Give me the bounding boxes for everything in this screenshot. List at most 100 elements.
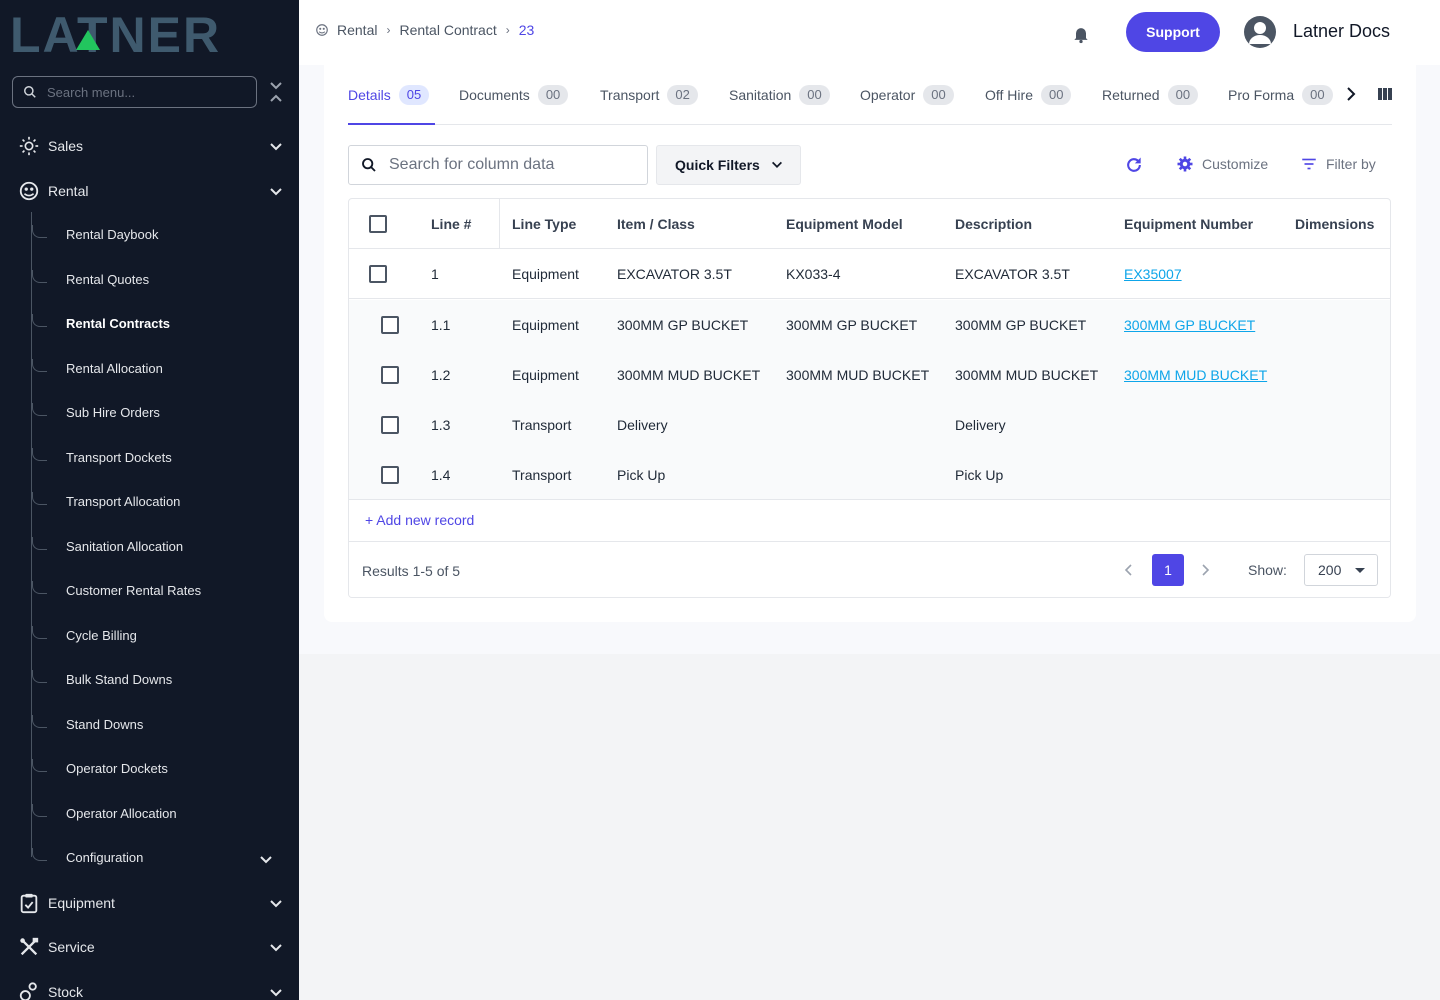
page-size-select[interactable]: 200 <box>1304 554 1378 586</box>
sidebar-item-stand-downs[interactable]: Stand Downs <box>32 715 286 735</box>
table-row[interactable]: 1.4 Transport Pick Up Pick Up <box>349 450 1390 500</box>
sidebar-item-rental-daybook[interactable]: Rental Daybook <box>32 225 286 245</box>
column-header-item-class[interactable]: Item / Class <box>617 199 695 249</box>
row-checkbox[interactable] <box>381 366 399 384</box>
chevron-right-icon: › <box>505 23 510 37</box>
row-checkbox[interactable] <box>369 265 387 283</box>
table-row[interactable]: 1.3 Transport Delivery Delivery <box>349 400 1390 450</box>
cell-line: 1.4 <box>431 467 451 483</box>
sidebar-item-sanitation-allocation[interactable]: Sanitation Allocation <box>32 537 286 557</box>
chevron-right-icon[interactable] <box>1197 562 1213 578</box>
table-header-row: Line # Line Type Item / Class Equipment … <box>349 199 1390 249</box>
user-name[interactable]: Latner Docs <box>1293 21 1390 42</box>
table-row[interactable]: 1.1 Equipment 300MM GP BUCKET 300MM GP B… <box>349 300 1390 350</box>
tab-label: Sanitation <box>729 87 792 103</box>
sidebar-item-label: Cycle Billing <box>66 628 137 643</box>
column-header-equipment-number[interactable]: Equipment Number <box>1124 199 1253 249</box>
table-row[interactable]: 1 Equipment EXCAVATOR 3.5T KX033-4 EXCAV… <box>349 249 1390 299</box>
search-menu-input[interactable] <box>47 84 237 100</box>
cell-line-type: Transport <box>512 417 572 433</box>
tab-pro-forma[interactable]: Pro Forma 00 <box>1228 84 1333 106</box>
add-new-record-link[interactable]: + Add new record <box>365 512 474 528</box>
cell-equipment-model: 300MM MUD BUCKET <box>786 367 930 383</box>
row-checkbox[interactable] <box>381 466 399 484</box>
sidebar-item-sub-hire-orders[interactable]: Sub Hire Orders <box>32 403 286 423</box>
refresh-icon[interactable] <box>1124 155 1144 175</box>
tab-documents[interactable]: Documents 00 <box>459 84 569 106</box>
chevron-down-icon <box>270 944 282 952</box>
tab-count-badge: 05 <box>398 85 430 105</box>
chevron-down-icon <box>270 143 282 151</box>
sidebar-item-customer-rental-rates[interactable]: Customer Rental Rates <box>32 581 286 601</box>
equipment-number-link[interactable]: 300MM MUD BUCKET <box>1124 367 1267 383</box>
sidebar-item-transport-allocation[interactable]: Transport Allocation <box>32 492 286 512</box>
filter-by-button[interactable]: Filter by <box>1300 155 1376 173</box>
sidebar-item-rental-quotes[interactable]: Rental Quotes <box>32 270 286 290</box>
cell-item-class: 300MM GP BUCKET <box>617 317 749 333</box>
top-header: Rental › Rental Contract › 23 Support La… <box>299 0 1440 65</box>
sidebar-item-cycle-billing[interactable]: Cycle Billing <box>32 626 286 646</box>
tab-transport[interactable]: Transport 02 <box>600 84 698 106</box>
sidebar-item-rental-contracts[interactable]: Rental Contracts <box>32 314 286 334</box>
row-checkbox[interactable] <box>381 416 399 434</box>
collapse-sidebar-icon[interactable] <box>266 80 286 104</box>
cell-line-type: Equipment <box>512 266 579 282</box>
column-search-input[interactable] <box>389 156 629 174</box>
tab-off-hire[interactable]: Off Hire 00 <box>985 84 1072 106</box>
column-search-field[interactable] <box>348 145 648 185</box>
chevron-left-icon[interactable] <box>1121 562 1137 578</box>
sidebar-item-equipment[interactable]: Equipment <box>18 891 286 915</box>
tab-count-badge: 00 <box>1302 85 1333 105</box>
quick-filters-button[interactable]: Quick Filters <box>656 145 801 185</box>
cell-equipment-number: 300MM GP BUCKET <box>1124 300 1255 350</box>
row-checkbox[interactable] <box>381 316 399 334</box>
sidebar: LATNER Sales Rental Rental Daybook Renta… <box>0 0 299 1000</box>
column-divider <box>499 199 500 248</box>
tab-count-badge: 00 <box>923 85 954 105</box>
column-header-description[interactable]: Description <box>955 199 1032 249</box>
support-button[interactable]: Support <box>1126 12 1220 52</box>
sidebar-item-bulk-stand-downs[interactable]: Bulk Stand Downs <box>32 670 286 690</box>
equipment-number-link[interactable]: 300MM GP BUCKET <box>1124 317 1255 333</box>
tab-details[interactable]: Details 05 <box>348 84 430 106</box>
sidebar-item-sales[interactable]: Sales <box>18 134 286 158</box>
tab-sanitation[interactable]: Sanitation 00 <box>729 84 830 106</box>
latner-logo[interactable]: LATNER <box>10 8 290 58</box>
chevron-right-icon: › <box>386 23 391 37</box>
avatar[interactable] <box>1244 16 1276 48</box>
column-header-line-type[interactable]: Line Type <box>512 199 576 249</box>
page-background <box>299 654 1440 1000</box>
tab-returned[interactable]: Returned 00 <box>1102 84 1199 106</box>
tab-count-badge: 00 <box>1040 85 1072 105</box>
page-button-current[interactable]: 1 <box>1152 554 1184 586</box>
sidebar-item-service[interactable]: Service <box>18 935 286 959</box>
chevron-down-icon <box>270 989 282 997</box>
sidebar-item-operator-allocation[interactable]: Operator Allocation <box>32 804 286 824</box>
tab-operator[interactable]: Operator 00 <box>860 84 954 106</box>
customize-button[interactable]: Customize <box>1176 155 1268 173</box>
sidebar-item-configuration[interactable]: Configuration <box>32 848 286 868</box>
breadcrumb-rental-contract[interactable]: Rental Contract <box>399 22 496 38</box>
sidebar-item-transport-dockets[interactable]: Transport Dockets <box>32 448 286 468</box>
sidebar-item-rental-allocation[interactable]: Rental Allocation <box>32 359 286 379</box>
breadcrumb-rental[interactable]: Rental <box>337 22 377 38</box>
column-header-equipment-model[interactable]: Equipment Model <box>786 199 903 249</box>
table-row[interactable]: 1.2 Equipment 300MM MUD BUCKET 300MM MUD… <box>349 350 1390 400</box>
chevron-right-icon[interactable] <box>1342 85 1360 103</box>
chevron-down-icon <box>260 856 272 864</box>
columns-icon[interactable] <box>1376 85 1394 103</box>
sidebar-item-stock[interactable]: Stock <box>18 980 286 1000</box>
equipment-number-link[interactable]: EX35007 <box>1124 266 1182 282</box>
tools-icon <box>18 936 40 958</box>
tab-label: Returned <box>1102 87 1160 103</box>
sidebar-item-label: Service <box>48 939 95 955</box>
sidebar-item-operator-dockets[interactable]: Operator Dockets <box>32 759 286 779</box>
search-menu-field[interactable] <box>12 76 257 108</box>
column-header-line[interactable]: Line # <box>431 199 471 249</box>
sidebar-item-label: Sub Hire Orders <box>66 405 160 420</box>
bell-icon[interactable] <box>1071 23 1091 45</box>
column-header-dimensions[interactable]: Dimensions <box>1295 199 1374 249</box>
sidebar-item-rental[interactable]: Rental <box>18 179 286 203</box>
select-all-checkbox[interactable] <box>369 215 387 233</box>
sidebar-item-label: Customer Rental Rates <box>66 583 202 598</box>
